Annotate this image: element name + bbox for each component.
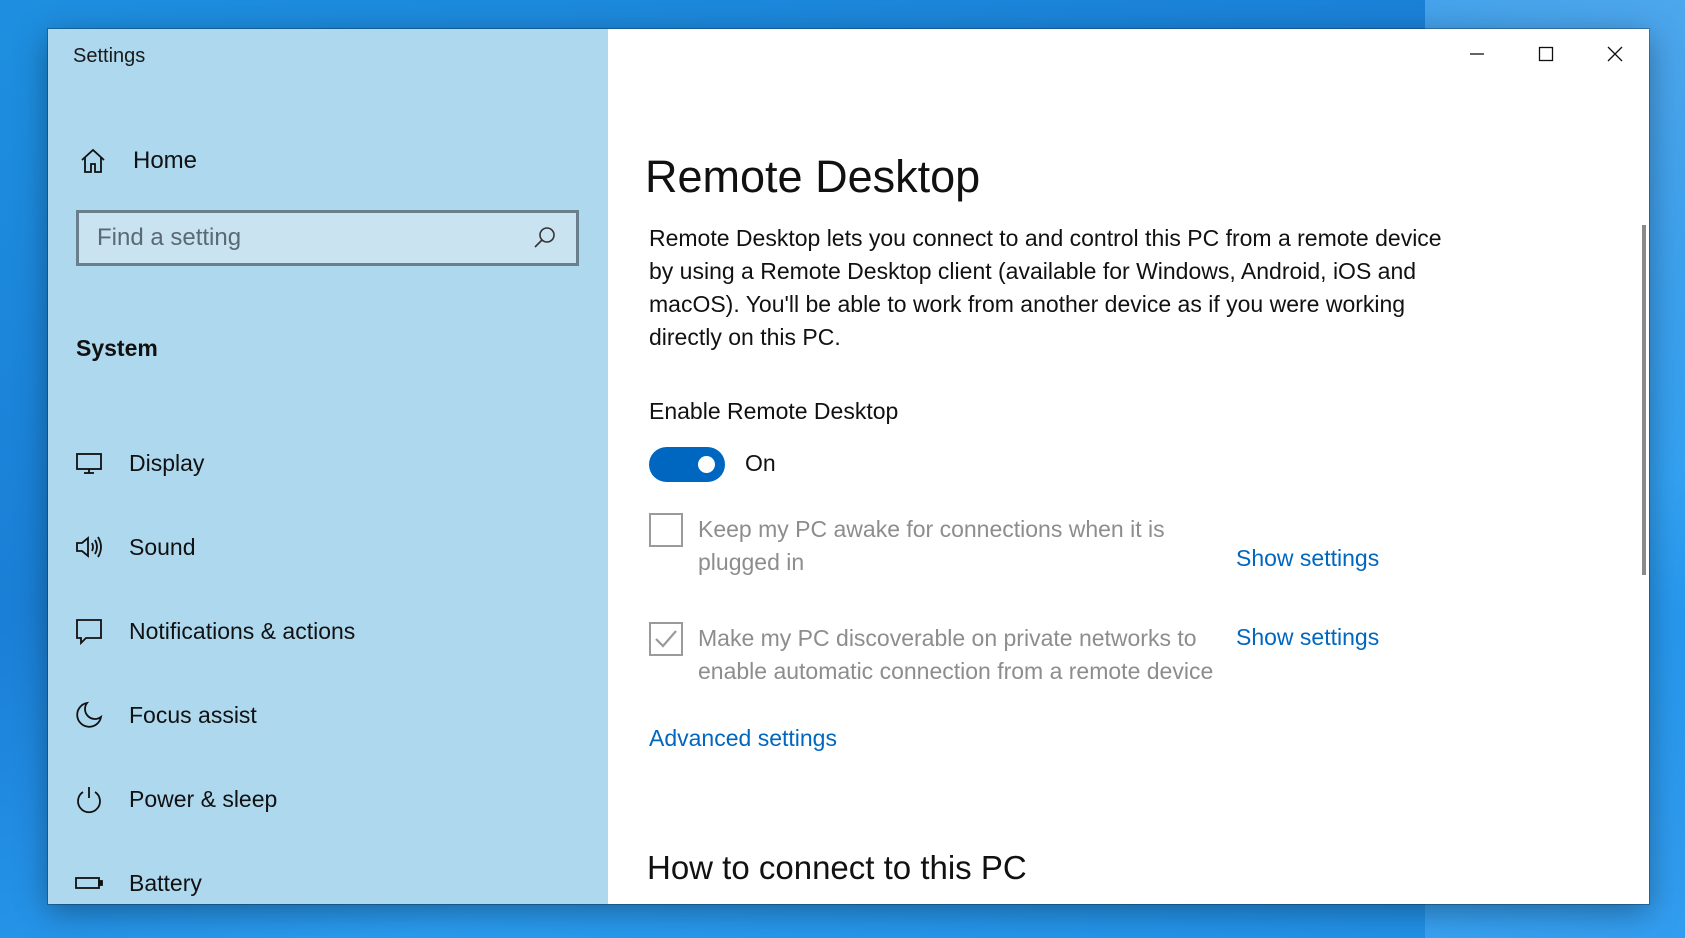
home-icon: [81, 148, 105, 173]
sidebar-nav: Display Sound Notifications & actions Fo…: [74, 421, 594, 904]
sidebar-item-label: Battery: [129, 869, 202, 896]
keep-awake-show-settings-link[interactable]: Show settings: [1236, 545, 1379, 572]
notification-icon: [76, 619, 102, 646]
maximize-icon: [1538, 46, 1553, 62]
sidebar-group-heading: System: [76, 335, 158, 361]
sidebar-item-sound[interactable]: Sound: [74, 505, 594, 589]
sidebar-item-label: Focus assist: [129, 701, 257, 728]
sidebar-item-label: Display: [129, 449, 205, 476]
enable-remote-desktop-toggle[interactable]: [649, 447, 725, 482]
keep-awake-text: Keep my PC awake for connections when it…: [698, 516, 1165, 575]
how-to-connect-heading: How to connect to this PC: [647, 849, 1027, 886]
speaker-icon: [76, 536, 102, 558]
checkmark-icon: [655, 630, 677, 648]
caption-buttons: [1442, 29, 1649, 79]
monitor-icon: [76, 453, 102, 474]
content-pane: Remote Desktop Remote Desktop lets you c…: [608, 29, 1649, 904]
sidebar-item-power-sleep[interactable]: Power & sleep: [74, 757, 594, 841]
toggle-state-label: On: [745, 450, 776, 476]
battery-icon: [75, 877, 103, 889]
power-icon: [77, 787, 101, 814]
app-title: Settings: [73, 45, 146, 67]
discoverable-checkbox[interactable]: [649, 622, 683, 656]
keep-awake-option: Keep my PC awake for connections when it…: [649, 513, 1178, 579]
page-title: Remote Desktop: [645, 151, 981, 202]
sidebar-item-focus-assist[interactable]: Focus assist: [74, 673, 594, 757]
minimize-button[interactable]: [1442, 29, 1511, 79]
search-input[interactable]: [97, 224, 532, 252]
discoverable-option: Make my PC discoverable on private netwo…: [649, 622, 1238, 688]
close-icon: [1607, 46, 1622, 62]
sidebar-item-display[interactable]: Display: [74, 421, 594, 505]
keep-awake-checkbox[interactable]: [649, 513, 683, 547]
settings-window: Settings Home System Display: [48, 29, 1649, 904]
sidebar-item-notifications[interactable]: Notifications & actions: [74, 589, 594, 673]
sidebar-item-label: Notifications & actions: [129, 617, 356, 644]
enable-remote-desktop-label: Enable Remote Desktop: [649, 398, 899, 424]
sidebar: Settings Home System Display: [48, 29, 608, 904]
toggle-knob: [698, 456, 715, 473]
discoverable-show-settings-link[interactable]: Show settings: [1236, 624, 1379, 651]
sidebar-item-home[interactable]: Home: [78, 141, 578, 181]
advanced-settings-link[interactable]: Advanced settings: [649, 725, 837, 752]
maximize-button[interactable]: [1511, 29, 1580, 79]
minimize-icon: [1469, 53, 1484, 55]
sidebar-item-label: Power & sleep: [129, 785, 278, 812]
search-icon[interactable]: [532, 225, 558, 251]
close-button[interactable]: [1580, 29, 1649, 79]
scrollbar[interactable]: [1642, 225, 1646, 575]
home-label: Home: [133, 147, 198, 174]
sidebar-item-battery[interactable]: Battery: [74, 841, 594, 904]
page-description: Remote Desktop lets you connect to and c…: [649, 225, 1442, 350]
search-box[interactable]: [76, 210, 579, 266]
discoverable-text: Make my PC discoverable on private netwo…: [698, 625, 1214, 684]
sidebar-item-label: Sound: [129, 533, 196, 560]
moon-icon: [76, 701, 103, 728]
